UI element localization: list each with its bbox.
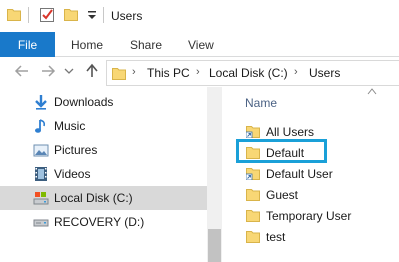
nav-item-local-disk[interactable]: Local Disk (C:)	[0, 186, 207, 210]
folder-icon	[246, 189, 260, 201]
download-arrow-icon	[35, 95, 47, 110]
folder-shortcut-icon	[246, 168, 260, 180]
nav-item-pictures[interactable]: Pictures	[0, 138, 207, 162]
nav-item-recovery[interactable]: RECOVERY (D:)	[0, 210, 207, 234]
file-list: Name All Users Default Default User Gues…	[222, 87, 399, 262]
customize-dropdown-icon[interactable]	[86, 9, 98, 21]
tab-share[interactable]: Share	[130, 32, 162, 57]
drive-icon	[33, 192, 49, 205]
properties-icon[interactable]	[40, 6, 55, 23]
list-item-test[interactable]: test	[222, 227, 399, 247]
breadcrumb-users[interactable]: Users	[309, 66, 340, 80]
music-note-icon	[35, 119, 46, 133]
ribbon-tabs: File Home Share View	[0, 32, 399, 57]
nav-pane-scrollbar[interactable]	[207, 87, 222, 262]
breadcrumb-local-disk[interactable]: Local Disk (C:)	[209, 66, 288, 80]
column-header-name[interactable]: Name	[245, 96, 277, 110]
list-item-temporary-user[interactable]: Temporary User	[222, 206, 399, 226]
folder-icon	[246, 231, 260, 243]
recent-locations-chevron-icon[interactable]	[64, 63, 74, 79]
folder-shortcut-icon	[246, 126, 260, 138]
address-bar[interactable]: › This PC › Local Disk (C:) › Users	[106, 60, 399, 86]
nav-item-downloads[interactable]: Downloads	[0, 90, 207, 114]
drive-icon	[33, 219, 49, 227]
navigation-bar: › This PC › Local Disk (C:) › Users	[0, 57, 399, 87]
folder-icon	[246, 210, 260, 222]
up-arrow-icon[interactable]	[84, 63, 100, 79]
scrollbar-thumb[interactable]	[208, 229, 221, 262]
sort-caret-icon[interactable]	[367, 88, 377, 95]
pictures-icon	[33, 144, 49, 157]
breadcrumb-chevron-icon[interactable]: ›	[132, 66, 136, 78]
back-arrow-icon[interactable]	[14, 63, 30, 79]
list-item-guest[interactable]: Guest	[222, 185, 399, 205]
separator	[28, 7, 29, 23]
window-title: Users	[111, 9, 143, 23]
list-item-default-user[interactable]: Default User	[222, 164, 399, 184]
tab-home[interactable]: Home	[71, 32, 103, 57]
separator	[103, 7, 104, 23]
breadcrumb-chevron-icon[interactable]: ›	[294, 66, 298, 78]
navigation-pane: Downloads Music Pictures Videos Local Di…	[0, 87, 222, 262]
folder-icon	[112, 68, 126, 80]
tab-view[interactable]: View	[188, 32, 214, 57]
forward-arrow-icon[interactable]	[40, 63, 56, 79]
film-icon	[35, 167, 47, 181]
folder-icon	[7, 9, 21, 21]
nav-item-music[interactable]: Music	[0, 114, 207, 138]
tab-file[interactable]: File	[0, 32, 55, 57]
highlight-box-default	[236, 139, 327, 163]
title-bar: Users	[0, 0, 399, 32]
breadcrumb-chevron-icon[interactable]: ›	[196, 66, 200, 78]
new-folder-icon[interactable]	[64, 8, 78, 21]
breadcrumb-this-pc[interactable]: This PC	[147, 66, 190, 80]
nav-item-videos[interactable]: Videos	[0, 162, 207, 186]
